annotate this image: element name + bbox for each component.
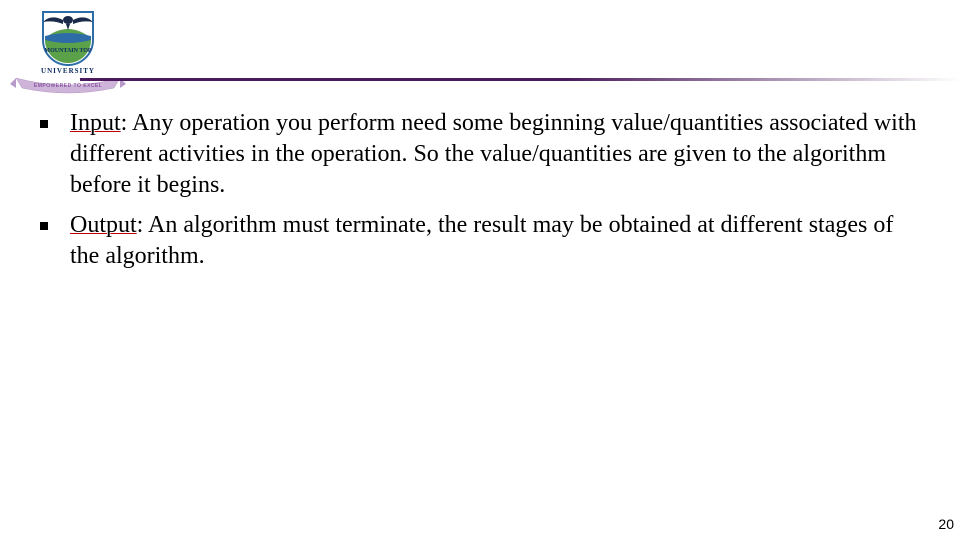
rest-output: : An algorithm must terminate, the resul… [70,212,893,269]
list-item: Input: Any operation you perform need so… [40,108,920,202]
bullet-icon [40,222,48,230]
svg-text:MOUNTAIN TOP: MOUNTAIN TOP [44,48,92,54]
list-item: Output: An algorithm must terminate, the… [40,210,920,272]
bullet-icon [40,120,48,128]
svg-text:EMPOWERED TO EXCEL: EMPOWERED TO EXCEL [34,83,102,89]
logo-svg: MOUNTAIN TOP UNIVERSITY EMPOWERED TO EXC… [8,2,128,97]
university-logo: MOUNTAIN TOP UNIVERSITY EMPOWERED TO EXC… [8,2,128,97]
slide-content: Input: Any operation you perform need so… [40,108,920,280]
term-input: Input [70,110,121,136]
bullet-text: Input: Any operation you perform need so… [70,108,920,202]
svg-text:UNIVERSITY: UNIVERSITY [41,67,95,75]
rest-input: : Any operation you perform need some be… [70,110,916,198]
header-divider [80,78,960,81]
bullet-text: Output: An algorithm must terminate, the… [70,210,920,272]
page-number: 20 [938,516,954,532]
term-output: Output [70,212,137,238]
